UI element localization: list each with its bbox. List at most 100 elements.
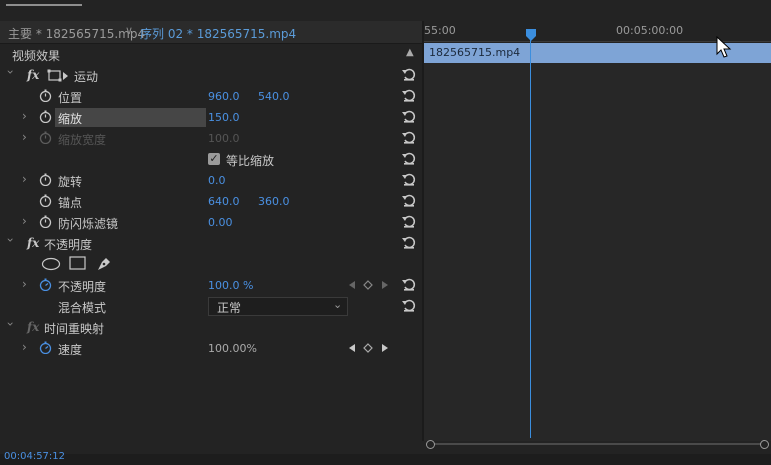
position-row: 位置 960.0 540.0 [0, 86, 422, 107]
antiflicker-label: 防闪烁滤镜 [58, 217, 119, 231]
position-label: 位置 [58, 91, 83, 105]
fx-badge[interactable]: fx [27, 236, 39, 250]
position-y-value[interactable]: 540.0 [258, 90, 290, 103]
timeline-scrollbar[interactable] [424, 437, 771, 451]
anchor-label: 锚点 [58, 196, 83, 210]
scroll-handle-left[interactable] [426, 440, 435, 449]
speed-value[interactable]: 100.00% [208, 342, 257, 355]
ruler-timecode-start: 55:00 [424, 24, 456, 37]
blend-mode-label: 混合模式 [58, 301, 107, 315]
rotation-value[interactable]: 0.0 [208, 174, 226, 187]
rect-mask-icon[interactable] [69, 256, 87, 271]
stopwatch-icon[interactable] [39, 215, 52, 228]
stopwatch-icon[interactable] [39, 194, 52, 207]
scale-width-label: 缩放宽度 [58, 133, 107, 147]
anchor-x-value[interactable]: 640.0 [208, 195, 240, 208]
keyframe-next-icon[interactable] [381, 280, 389, 290]
scale-label: 缩放 [58, 112, 83, 126]
pen-mask-icon[interactable] [96, 256, 112, 272]
checkbox-icon[interactable]: ✓ [208, 153, 220, 165]
panel-tab-bar: 主要 * 182565715.mp4 ∨ 序列 02 * 182565715.m… [0, 21, 422, 44]
chevron-right-icon: › [22, 130, 27, 144]
stopwatch-icon[interactable] [39, 278, 52, 291]
reset-icon[interactable] [401, 276, 417, 292]
blend-mode-row: 混合模式 正常 ⌄ [0, 296, 422, 317]
rotation-label: 旋转 [58, 175, 83, 189]
chevron-right-icon[interactable]: › [22, 172, 27, 186]
reset-icon[interactable] [401, 213, 417, 229]
mask-tools-row [0, 254, 422, 275]
current-timecode[interactable]: 00:04:57:12 [4, 451, 65, 462]
scale-value[interactable]: 150.0 [208, 111, 240, 124]
keyframe-add-icon[interactable] [363, 343, 373, 353]
reset-icon[interactable] [401, 171, 417, 187]
reset-icon[interactable] [401, 297, 417, 313]
reset-icon[interactable] [401, 87, 417, 103]
reset-icon[interactable] [401, 150, 417, 166]
keyframe-next-icon[interactable] [381, 343, 389, 353]
uniform-scale-label: 等比缩放 [226, 154, 275, 168]
transform-icon[interactable] [47, 69, 69, 83]
chevron-down-icon[interactable]: › [3, 322, 17, 327]
stopwatch-icon [39, 131, 52, 144]
effect-controls-pane: 视频效果 ▲ › fx 运动 位置 960.0 540.0 › 缩放 150.0… [0, 44, 422, 454]
ruler-timecode-mid: 00:05:00:00 [616, 24, 684, 37]
clip-name: 182565715.mp4 [429, 46, 521, 59]
keyframe-prev-icon[interactable] [348, 280, 356, 290]
stopwatch-icon[interactable] [39, 173, 52, 186]
playhead-icon[interactable] [525, 28, 537, 42]
video-effects-label: 视频效果 [12, 49, 61, 63]
opacity-effect-row[interactable]: › fx 不透明度 [0, 233, 422, 254]
scale-row: › 缩放 150.0 [0, 107, 422, 128]
status-bar: 00:04:57:12 [0, 451, 771, 465]
sequence-dropdown-icon[interactable]: ∨ [125, 24, 133, 37]
tab-sequence[interactable]: 序列 02 * 182565715.mp4 [140, 25, 296, 42]
chevron-down-icon: ⌄ [333, 298, 343, 311]
video-effects-header: 视频效果 ▲ [0, 44, 422, 65]
speed-row: › 速度 100.00% [0, 338, 422, 359]
collapse-up-icon[interactable]: ▲ [406, 47, 414, 58]
scroll-handle-right[interactable] [760, 440, 769, 449]
uniform-scale-row: ✓ 等比缩放 [0, 149, 422, 170]
chevron-right-icon[interactable]: › [22, 214, 27, 228]
reset-icon[interactable] [401, 66, 417, 82]
chevron-down-icon[interactable]: › [3, 238, 17, 243]
top-strip [0, 0, 771, 21]
reset-icon[interactable] [401, 234, 417, 250]
chevron-right-icon[interactable]: › [22, 340, 27, 354]
chevron-right-icon[interactable]: › [22, 109, 27, 123]
blend-mode-value: 正常 [217, 301, 242, 315]
time-remap-label: 时间重映射 [44, 322, 105, 336]
scale-width-row: › 缩放宽度 100.0 [0, 128, 422, 149]
stopwatch-icon[interactable] [39, 341, 52, 354]
stopwatch-icon[interactable] [39, 89, 52, 102]
motion-label: 运动 [74, 70, 99, 84]
motion-effect-row[interactable]: › fx 运动 [0, 65, 422, 86]
fx-badge[interactable]: fx [27, 68, 39, 82]
time-remap-effect-row[interactable]: › fx 时间重映射 [0, 317, 422, 338]
opacity-value[interactable]: 100.0 % [208, 279, 253, 292]
fx-badge: fx [27, 320, 40, 334]
keyframe-add-icon[interactable] [363, 280, 373, 290]
antiflicker-row: › 防闪烁滤镜 0.00 [0, 212, 422, 233]
chevron-right-icon[interactable]: › [22, 277, 27, 291]
chevron-down-icon[interactable]: › [3, 70, 17, 75]
stopwatch-icon[interactable] [39, 110, 52, 123]
scale-width-value: 100.0 [208, 132, 240, 145]
reset-icon[interactable] [401, 108, 417, 124]
mouse-cursor-icon [716, 36, 732, 58]
anchor-y-value[interactable]: 360.0 [258, 195, 290, 208]
position-x-value[interactable]: 960.0 [208, 90, 240, 103]
blend-mode-select[interactable]: 正常 ⌄ [208, 297, 348, 316]
opacity-effect-label: 不透明度 [44, 238, 93, 252]
speed-label: 速度 [58, 343, 83, 357]
ellipse-mask-icon[interactable] [41, 257, 61, 271]
timeline-pane[interactable] [424, 21, 771, 441]
reset-icon[interactable] [401, 129, 417, 145]
playhead-line[interactable] [530, 36, 531, 438]
reset-icon[interactable] [401, 192, 417, 208]
opacity-value-label: 不透明度 [58, 280, 107, 294]
antiflicker-value[interactable]: 0.00 [208, 216, 233, 229]
keyframe-prev-icon[interactable] [348, 343, 356, 353]
rotation-row: › 旋转 0.0 [0, 170, 422, 191]
